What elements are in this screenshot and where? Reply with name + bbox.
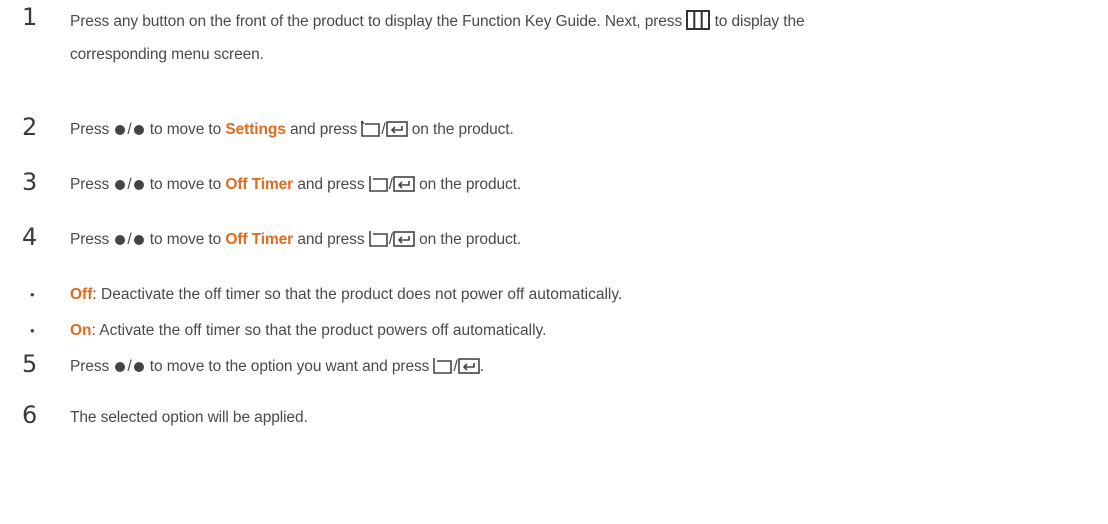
step-number: 2 — [22, 113, 38, 141]
step-number: 3 — [22, 168, 38, 196]
step-number: 5 — [22, 350, 38, 378]
direction-dot-icon — [133, 362, 144, 372]
menu-target: Off Timer — [225, 231, 294, 248]
option-term: On — [70, 322, 92, 339]
bullet-icon: • — [30, 287, 35, 302]
step-text-cont: corresponding menu screen. — [70, 46, 264, 63]
direction-dot-icon — [115, 125, 126, 135]
return-icon — [359, 120, 381, 144]
return-icon — [368, 175, 389, 199]
direction-dot-icon — [133, 125, 144, 135]
step-text: Press / to move to Off Timer and press /… — [70, 175, 521, 199]
direction-dot-icon — [133, 180, 144, 190]
step-text: Press / to move to Settings and press / … — [70, 120, 514, 144]
step-number: 4 — [22, 223, 38, 251]
direction-dot-icon — [115, 180, 126, 190]
step-text: Press any button on the front of the pro… — [70, 10, 805, 36]
menu-grid-icon — [686, 10, 711, 36]
enter-icon — [393, 230, 415, 254]
step-text: The selected option will be applied. — [70, 409, 308, 426]
direction-dot-icon — [133, 235, 144, 245]
enter-icon — [385, 120, 408, 144]
menu-target: Settings — [225, 121, 286, 138]
enter-icon — [457, 357, 480, 381]
direction-dot-icon — [115, 362, 126, 372]
option-desc: : Deactivate the off timer so that the p… — [92, 286, 623, 303]
direction-dot-icon — [115, 235, 126, 245]
step-number: 6 — [22, 401, 38, 429]
menu-target: Off Timer — [225, 176, 294, 193]
step-text: Press / to move to the option you want a… — [70, 357, 484, 381]
option-desc: : Activate the off timer so that the pro… — [91, 322, 547, 339]
step-number: 1 — [22, 3, 38, 31]
enter-icon — [393, 175, 415, 199]
step-text: Press / to move to Off Timer and press /… — [70, 230, 521, 254]
bullet-icon: • — [30, 323, 35, 338]
option-term: Off — [70, 286, 93, 303]
return-icon — [433, 357, 453, 381]
return-icon — [368, 230, 389, 254]
